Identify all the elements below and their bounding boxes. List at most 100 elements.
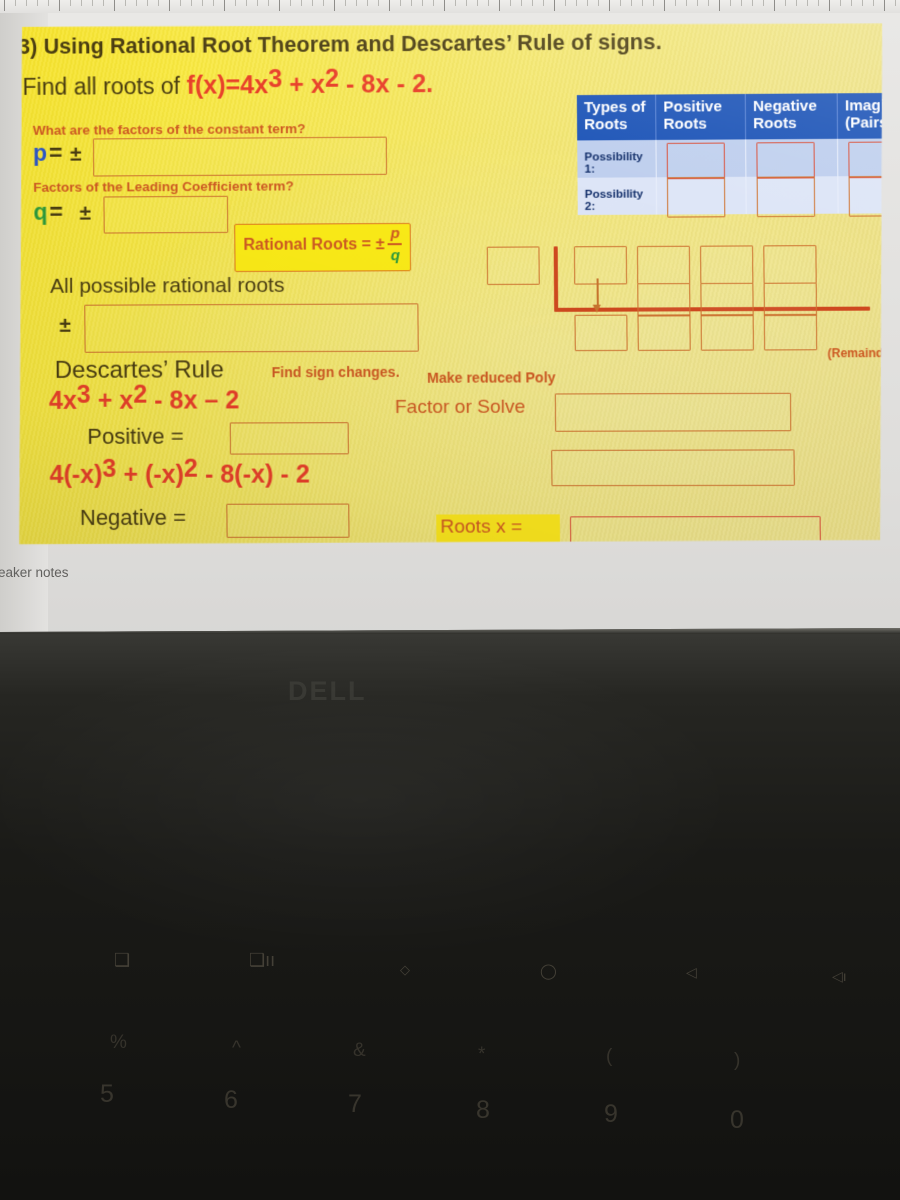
synthetic-coefficient-2[interactable] bbox=[637, 246, 690, 285]
row-label-possibility-1: Possibility 1: bbox=[584, 150, 643, 176]
ruler-tick bbox=[246, 0, 247, 6]
cell-possibility2-positive[interactable] bbox=[667, 176, 725, 217]
key-close-paren-symbol[interactable]: ) bbox=[734, 1050, 740, 1072]
table-header-negative-line1: Negative bbox=[752, 97, 817, 116]
function-mid: + x bbox=[282, 70, 326, 100]
key-6[interactable]: 6 bbox=[224, 1086, 238, 1115]
positive-poly-lead: 4x bbox=[48, 386, 77, 415]
key-9[interactable]: 9 bbox=[604, 1100, 618, 1129]
all-roots-plusminus-sign: ± bbox=[59, 313, 72, 337]
ruler-tick bbox=[851, 0, 852, 6]
positive-count-input[interactable] bbox=[230, 422, 349, 454]
cell-possibility1-positive[interactable] bbox=[667, 142, 725, 179]
ruler-tick bbox=[763, 0, 764, 6]
rational-roots-formula-text: Rational Roots = ± bbox=[243, 236, 385, 254]
factor-or-solve-input[interactable] bbox=[551, 449, 795, 486]
synthetic-remainder-value[interactable] bbox=[764, 314, 817, 351]
key-asterisk-symbol[interactable]: * bbox=[478, 1044, 485, 1066]
ruler-tick bbox=[752, 0, 753, 6]
ruler-tick bbox=[202, 0, 203, 6]
page-title: 3) Using Rational Root Theorem and Desca… bbox=[18, 29, 662, 59]
ruler-tick bbox=[730, 0, 731, 6]
table-row: Possibility 2: bbox=[577, 175, 900, 214]
p-label: p bbox=[32, 139, 48, 166]
reduced-poly-input[interactable] bbox=[555, 393, 791, 432]
synthetic-coefficient-3[interactable] bbox=[700, 245, 753, 284]
ruler-tick bbox=[257, 0, 258, 6]
ruler-tick bbox=[147, 0, 148, 6]
ruler-tick bbox=[169, 0, 170, 11]
ruler-tick bbox=[532, 0, 533, 6]
ruler-tick bbox=[345, 0, 346, 6]
ruler-tick bbox=[400, 0, 401, 6]
ruler-tick bbox=[444, 0, 445, 11]
ruler-tick bbox=[576, 0, 577, 6]
key-ampersand-symbol[interactable]: & bbox=[353, 1040, 366, 1062]
photo-scene: 3) Using Rational Root Theorem and Desca… bbox=[0, 0, 900, 1200]
key-0[interactable]: 0 bbox=[730, 1106, 744, 1135]
key-fn-display-icon[interactable]: ❑ıı bbox=[249, 950, 275, 971]
laptop-bezel bbox=[0, 628, 900, 1200]
key-fn-prev-track-icon[interactable]: ◁ bbox=[686, 964, 697, 981]
synthetic-sum-1[interactable] bbox=[574, 315, 627, 351]
table-header-negative-line2: Roots bbox=[753, 114, 797, 133]
cell-possibility2-negative[interactable] bbox=[757, 176, 816, 217]
synthetic-coefficient-1[interactable] bbox=[574, 246, 627, 285]
key-open-paren-symbol[interactable]: ( bbox=[606, 1046, 612, 1068]
synthetic-sum-2[interactable] bbox=[637, 314, 690, 351]
ruler-tick bbox=[367, 0, 368, 6]
presentation-slide: 3) Using Rational Root Theorem and Desca… bbox=[10, 20, 886, 549]
key-fn-brightness-up-icon[interactable]: ◯ bbox=[540, 962, 557, 980]
p-value-input[interactable] bbox=[93, 137, 387, 177]
ruler-tick bbox=[598, 0, 599, 6]
q-value-input[interactable] bbox=[103, 196, 228, 234]
key-fn-brightness-icon[interactable]: ◇ bbox=[400, 962, 410, 978]
ruler-strip bbox=[0, 0, 900, 13]
ruler-tick bbox=[92, 0, 93, 6]
ruler-tick bbox=[488, 0, 489, 6]
ruler-tick bbox=[323, 0, 324, 6]
key-8[interactable]: 8 bbox=[476, 1096, 490, 1125]
key-5[interactable]: 5 bbox=[100, 1080, 114, 1109]
ruler-tick bbox=[807, 0, 808, 6]
ruler-tick bbox=[103, 0, 104, 6]
synthetic-sum-3[interactable] bbox=[701, 314, 754, 351]
key-fn-screen-icon[interactable]: ❑ bbox=[114, 950, 130, 971]
negative-poly-lead: 4(-x) bbox=[49, 460, 103, 489]
ruler-tick bbox=[499, 0, 500, 11]
ruler-tick bbox=[587, 0, 588, 6]
ruler-tick bbox=[466, 0, 467, 6]
function-tail: - 8x - 2. bbox=[338, 69, 434, 99]
synthetic-coefficient-4[interactable] bbox=[763, 245, 816, 284]
ruler-tick bbox=[741, 0, 742, 6]
all-possible-roots-input[interactable] bbox=[84, 303, 419, 352]
table-row: Possibility 1: bbox=[577, 138, 900, 177]
dell-logo: DELL bbox=[288, 676, 367, 706]
ruler-tick bbox=[620, 0, 621, 6]
bring-down-arrow-icon bbox=[597, 278, 599, 306]
q-plusminus-sign: ± bbox=[79, 201, 92, 225]
negative-count-input[interactable] bbox=[226, 504, 349, 538]
cell-possibility1-negative[interactable] bbox=[756, 142, 814, 179]
key-fn-play-icon[interactable]: ◁ı bbox=[832, 968, 847, 985]
key-7[interactable]: 7 bbox=[348, 1090, 362, 1119]
ruler-tick bbox=[268, 0, 269, 6]
key-caret-symbol[interactable]: ^ bbox=[232, 1038, 241, 1060]
table-header-positive: Positive Roots bbox=[656, 94, 746, 140]
synthetic-product-3[interactable] bbox=[764, 283, 817, 317]
ruler-tick bbox=[840, 0, 841, 6]
ruler-tick bbox=[543, 0, 544, 6]
ruler-tick bbox=[378, 0, 379, 6]
positive-poly-tail: - 8x – 2 bbox=[147, 386, 240, 415]
synthetic-product-2[interactable] bbox=[700, 283, 753, 317]
ruler-tick bbox=[565, 0, 566, 6]
synthetic-product-1[interactable] bbox=[637, 283, 690, 317]
find-roots-label: Find all roots of bbox=[22, 72, 187, 100]
constant-term-question: What are the factors of the constant ter… bbox=[32, 121, 306, 138]
row-label-possibility-2: Possibility 2: bbox=[584, 188, 644, 213]
negative-count-label: Negative = bbox=[79, 504, 187, 530]
ruler-tick bbox=[136, 0, 137, 6]
ruler-tick bbox=[301, 0, 302, 6]
key-percent-symbol[interactable]: % bbox=[110, 1032, 127, 1054]
synthetic-divisor-input[interactable] bbox=[487, 246, 540, 285]
